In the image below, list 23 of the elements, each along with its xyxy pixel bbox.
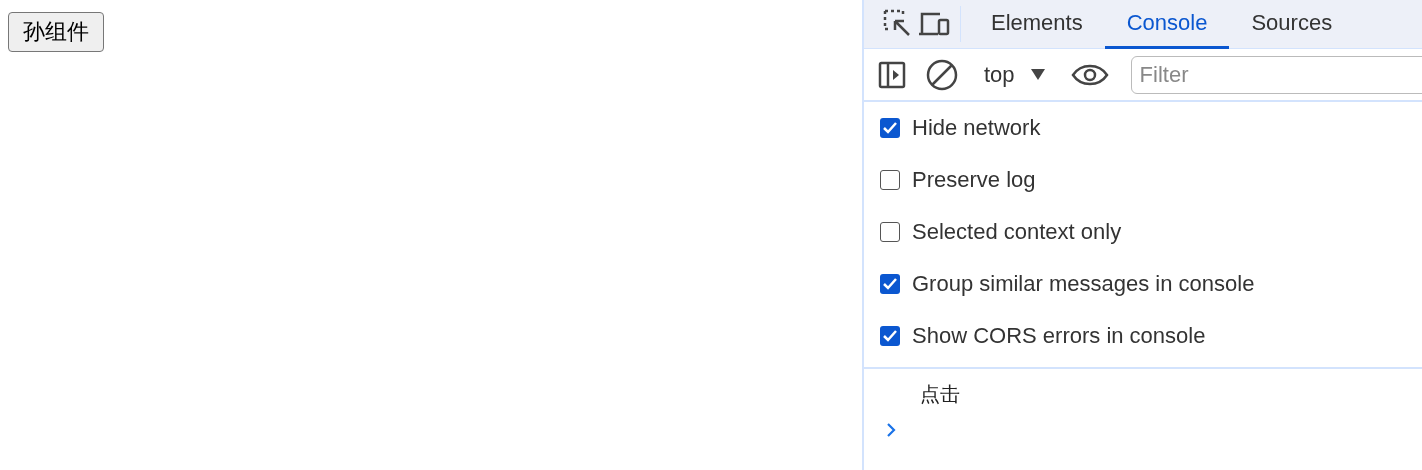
setting-label: Hide network <box>912 115 1041 141</box>
clear-icon[interactable] <box>926 58 958 91</box>
checkbox[interactable] <box>880 274 900 294</box>
context-dropdown[interactable]: top <box>974 61 1055 88</box>
device-icon[interactable] <box>918 11 950 37</box>
checkbox[interactable] <box>880 170 900 190</box>
panel-tab[interactable]: Elements <box>969 0 1105 49</box>
panel-tab[interactable]: Console <box>1104 0 1230 49</box>
checkbox[interactable] <box>880 326 900 346</box>
setting-label: Group similar messages in console <box>912 271 1255 297</box>
panel-tab[interactable]: Sources <box>1229 0 1355 49</box>
dropdown-caret-icon <box>1030 69 1045 80</box>
sidebar-icon[interactable] <box>878 60 906 89</box>
setting-label: Selected context only <box>912 219 1122 245</box>
eye-icon[interactable] <box>1070 62 1109 87</box>
prompt-chevron-icon[interactable] <box>886 422 896 438</box>
setting-label: Show CORS errors in console <box>912 323 1206 349</box>
checkbox[interactable] <box>880 222 900 242</box>
checkbox[interactable] <box>880 118 900 138</box>
page-button[interactable]: 孙组件 <box>8 12 104 52</box>
filter-field[interactable]: Filter <box>1130 55 1422 94</box>
setting-label: Preserve log <box>912 167 1036 193</box>
console-message: 点击 <box>919 381 961 408</box>
